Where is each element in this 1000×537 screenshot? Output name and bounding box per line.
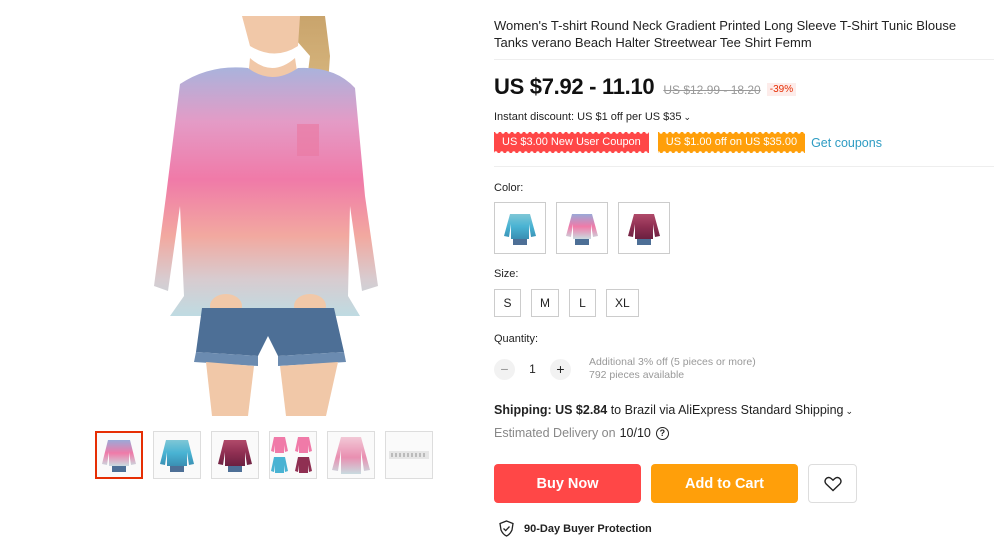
new-user-coupon[interactable]: US $3.00 New User Coupon <box>494 132 649 153</box>
quantity-stepper: − 1 + Additional 3% off (5 pieces or mor… <box>494 356 756 382</box>
thumbnail-flat-gradient[interactable] <box>327 431 375 479</box>
buyer-protection: 90-Day Buyer Protection <box>498 520 652 537</box>
shirt-wine-icon <box>628 214 660 245</box>
divider <box>494 166 994 167</box>
size-options: S M L XL <box>494 289 639 317</box>
thumbnail-pink-gradient[interactable] <box>95 431 143 479</box>
purchase-actions: Buy Now Add to Cart <box>494 464 857 503</box>
quantity-value[interactable]: 1 <box>515 362 550 376</box>
size-option-l[interactable]: L <box>569 289 596 317</box>
get-coupons-link[interactable]: Get coupons <box>811 136 882 150</box>
thumbnail-size-chart[interactable] <box>385 431 433 479</box>
color-option-wine[interactable] <box>618 202 670 254</box>
price-row: US $7.92 - 11.10 US $12.99 - 18.20 -39% <box>494 74 797 100</box>
original-price: US $12.99 - 18.20 <box>663 83 761 97</box>
coupon-row: US $3.00 New User Coupon US $1.00 off on… <box>494 132 882 153</box>
chevron-down-icon: ⌄ <box>845 406 854 416</box>
stock-available: 792 pieces available <box>589 369 685 381</box>
heart-icon <box>823 476 842 491</box>
shipping-cost: Shipping: US $2.84 <box>494 403 608 417</box>
quantity-notes: Additional 3% off (5 pieces or more) 792… <box>589 356 756 382</box>
wishlist-button[interactable] <box>808 464 857 503</box>
size-option-s[interactable]: S <box>494 289 521 317</box>
bulk-discount-note: Additional 3% off (5 pieces or more) <box>589 356 756 368</box>
size-label: Size: <box>494 268 519 280</box>
discount-badge: -39% <box>766 83 797 96</box>
product-title: Women's T-shirt Round Neck Gradient Prin… <box>494 18 957 50</box>
store-coupon[interactable]: US $1.00 off on US $35.00 <box>657 132 806 153</box>
decrease-quantity-button[interactable]: − <box>494 358 515 380</box>
estimated-delivery-label: Estimated Delivery on <box>494 426 616 440</box>
shirt-flat-icon <box>332 437 370 474</box>
shirt-pink-icon <box>566 214 598 245</box>
color-label: Color: <box>494 182 524 194</box>
chevron-down-icon: ⌄ <box>683 112 692 122</box>
estimated-delivery: Estimated Delivery on 10/10 ? <box>494 426 669 440</box>
shirt-blue-icon <box>504 214 536 245</box>
add-to-cart-button[interactable]: Add to Cart <box>651 464 798 503</box>
thumbnail-blue-gradient[interactable] <box>153 431 201 479</box>
buyer-protection-label: 90-Day Buyer Protection <box>524 522 652 535</box>
color-option-pink[interactable] <box>556 202 608 254</box>
color-options <box>494 202 670 254</box>
current-price: US $7.92 - 11.10 <box>494 74 655 99</box>
shirt-wine-icon <box>218 440 252 472</box>
divider <box>494 59 994 60</box>
main-product-image[interactable] <box>150 16 380 416</box>
shipping-info[interactable]: Shipping: US $2.84 to Brazil via AliExpr… <box>494 403 853 417</box>
size-chart-icon <box>389 451 429 459</box>
color-option-blue[interactable] <box>494 202 546 254</box>
estimated-delivery-date: 10/10 <box>619 426 651 440</box>
shirt-collage-icon <box>271 437 312 473</box>
size-option-m[interactable]: M <box>531 289 559 317</box>
shield-check-icon <box>499 520 514 537</box>
model-wearing-shirt-illustration <box>154 16 378 416</box>
instant-discount[interactable]: Instant discount: US $1 off per US $35 ⌄ <box>494 111 691 123</box>
shirt-blue-icon <box>160 440 194 472</box>
product-page: Women's T-shirt Round Neck Gradient Prin… <box>0 0 1000 537</box>
size-option-xl[interactable]: XL <box>606 289 639 317</box>
buy-now-button[interactable]: Buy Now <box>494 464 641 503</box>
quantity-label: Quantity: <box>494 333 539 345</box>
instant-discount-text: Instant discount: US $1 off per US $35 <box>494 111 682 123</box>
thumbnail-strip <box>95 431 433 479</box>
increase-quantity-button[interactable]: + <box>550 358 571 380</box>
shirt-pink-icon <box>102 440 136 472</box>
thumbnail-wine-gradient[interactable] <box>211 431 259 479</box>
question-icon[interactable]: ? <box>655 426 669 440</box>
shipping-destination: to Brazil via AliExpress Standard Shippi… <box>610 403 844 417</box>
thumbnail-color-collage[interactable] <box>269 431 317 479</box>
